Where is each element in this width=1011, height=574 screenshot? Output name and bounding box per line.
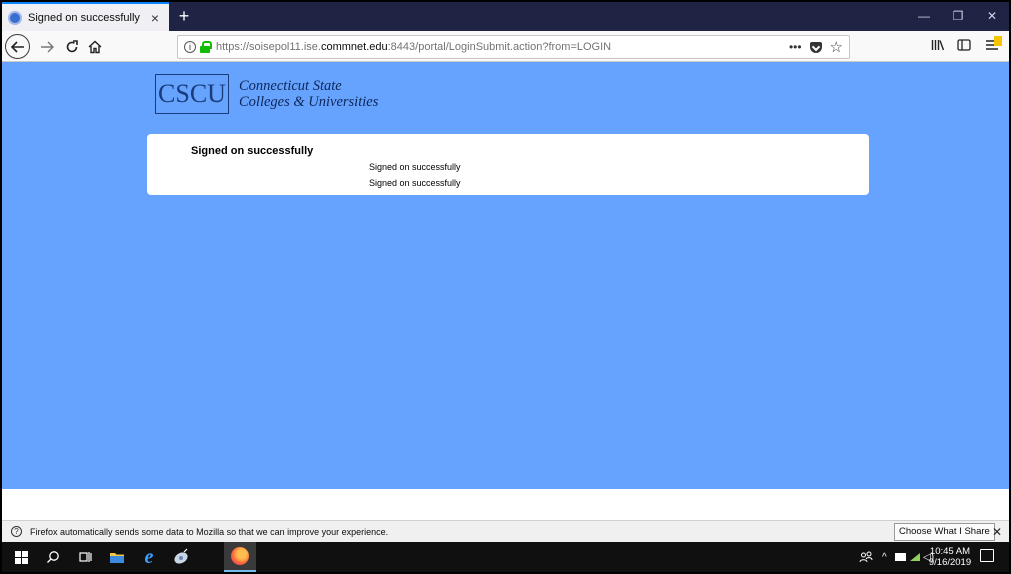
reload-button[interactable]	[60, 35, 84, 59]
browser-window: Signed on successfully × + — ❐ ✕ i https…	[2, 2, 1009, 572]
tab-title: Signed on successfully	[28, 11, 140, 24]
tab-bar: Signed on successfully × + — ❐ ✕	[2, 2, 1009, 31]
url-actions: ••• ☆	[789, 38, 843, 56]
sidebar-icon	[957, 39, 971, 51]
arrow-right-icon	[41, 41, 54, 53]
logo-box: CSCU	[155, 74, 229, 114]
bookmark-star-icon[interactable]: ☆	[830, 38, 843, 56]
clock-time: 10:45 AM	[929, 546, 971, 557]
url-prefix: https://soisepol11.ise.	[216, 41, 321, 53]
home-button[interactable]	[83, 35, 107, 59]
battery-glyph	[895, 553, 906, 561]
notification-bar: ? Firefox automatically sends some data …	[2, 520, 1009, 542]
lock-icon[interactable]	[200, 41, 212, 53]
search-icon	[47, 551, 59, 563]
page-heading: Signed on successfully	[191, 145, 314, 157]
page-content: CSCU Connecticut State Colleges & Univer…	[2, 62, 1009, 489]
nav-bar: i https://soisepol11.ise.commnet.edu:844…	[2, 31, 1009, 62]
start-button[interactable]	[5, 542, 37, 572]
minimize-button[interactable]: —	[909, 2, 939, 31]
message-line-1: Signed on successfully	[369, 162, 461, 172]
logo-line-2: Colleges & Universities	[239, 94, 379, 110]
menu-button[interactable]	[980, 35, 1004, 59]
clock-date: 9/16/2019	[928, 557, 972, 568]
url-text[interactable]: https://soisepol11.ise.commnet.edu:8443/…	[216, 41, 611, 53]
internet-explorer-icon[interactable]: e	[133, 542, 165, 572]
file-explorer-button[interactable]	[101, 542, 133, 572]
people-icon-glyph	[859, 551, 873, 563]
firefox-taskbar-button[interactable]	[224, 542, 256, 572]
satellite-app-button[interactable]	[165, 542, 197, 572]
task-view-icon	[79, 552, 92, 562]
url-bar[interactable]: i https://soisepol11.ise.commnet.edu:844…	[177, 35, 850, 59]
url-host: commnet.edu	[320, 41, 388, 53]
page-actions-icon[interactable]: •••	[789, 40, 802, 54]
info-icon[interactable]: i	[184, 41, 196, 53]
wifi-icon	[910, 553, 920, 561]
globe-favicon-icon	[8, 10, 22, 25]
search-button[interactable]	[37, 542, 69, 572]
message-panel: Signed on successfully Signed on success…	[147, 134, 869, 195]
message-line-2: Signed on successfully	[369, 178, 461, 188]
notification-text: Firefox automatically sends some data to…	[30, 526, 389, 537]
folder-icon	[110, 552, 124, 563]
tab-active[interactable]: Signed on successfully ×	[2, 2, 169, 31]
url-suffix: :8443/portal/LoginSubmit.action?from=LOG…	[387, 41, 612, 53]
tab-close-icon[interactable]: ×	[147, 10, 163, 26]
library-button[interactable]	[926, 35, 950, 59]
help-icon: ?	[11, 526, 22, 537]
restore-button[interactable]: ❐	[943, 2, 973, 31]
task-view-button[interactable]	[69, 542, 101, 572]
tray-expand-icon[interactable]: ^	[882, 542, 887, 572]
logo-name: Connecticut State Colleges & Universitie…	[239, 78, 378, 110]
home-icon	[88, 40, 102, 54]
reload-icon	[66, 40, 78, 53]
arrow-left-icon	[10, 40, 24, 53]
battery-icon[interactable]	[895, 542, 907, 572]
notification-close-icon[interactable]: ✕	[989, 523, 1005, 541]
library-icon	[931, 40, 945, 51]
action-center-icon[interactable]	[980, 549, 994, 562]
people-icon[interactable]	[859, 542, 873, 572]
pocket-icon[interactable]	[809, 41, 822, 53]
logo-line-1: Connecticut State	[239, 78, 342, 94]
taskbar: e ^ ◁) 10:45 AM 9/16/2019	[2, 542, 1009, 572]
satellite-dish-icon	[174, 548, 188, 564]
close-window-button[interactable]: ✕	[977, 2, 1007, 31]
new-tab-button[interactable]: +	[174, 6, 194, 26]
back-button[interactable]	[5, 34, 30, 59]
update-badge-icon	[994, 36, 1002, 46]
windows-logo-icon	[14, 550, 28, 564]
forward-button[interactable]	[35, 35, 59, 59]
page-bottom-area	[2, 489, 1009, 520]
sidebar-button[interactable]	[952, 35, 976, 59]
firefox-icon	[231, 547, 249, 565]
cscu-logo: CSCU Connecticut State Colleges & Univer…	[155, 74, 378, 114]
network-icon[interactable]	[909, 542, 921, 572]
choose-what-i-share-button[interactable]: Choose What I Share	[894, 523, 995, 541]
system-clock[interactable]: 10:45 AM 9/16/2019	[926, 546, 974, 568]
